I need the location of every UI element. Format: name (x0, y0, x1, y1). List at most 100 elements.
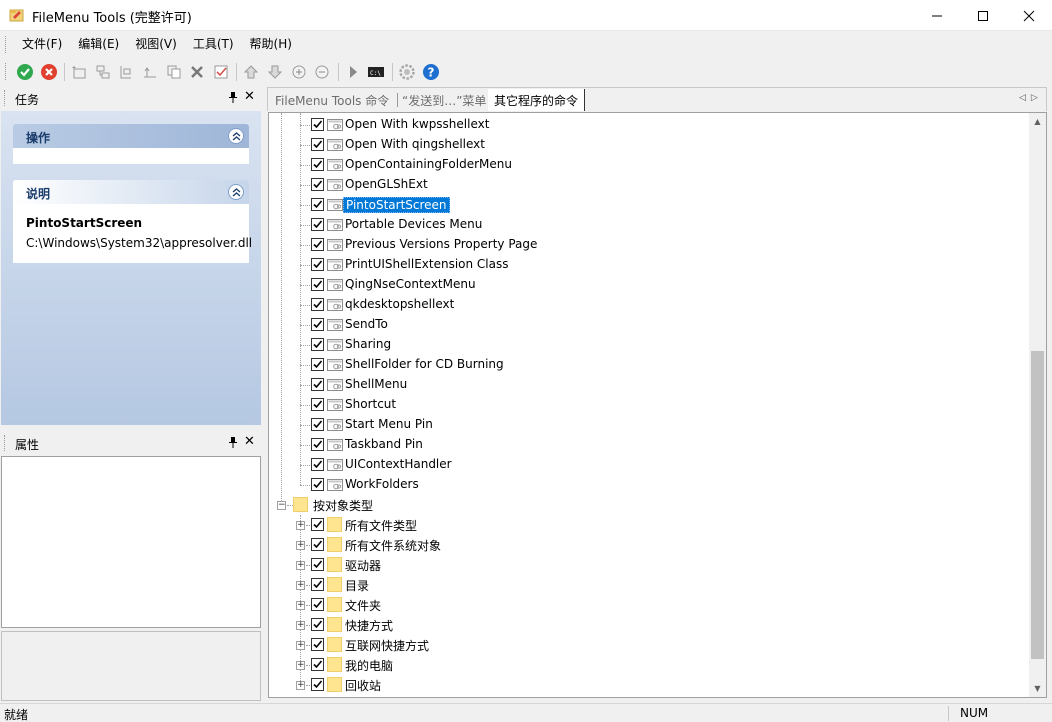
expand-toggle-icon[interactable]: + (296, 541, 305, 550)
tree-group-node[interactable]: − 按对象类型 (269, 495, 1029, 515)
tree-item[interactable]: qkdesktopshellext (269, 295, 1029, 315)
tree-item[interactable]: Open With kwpsshellext (269, 115, 1029, 135)
item-checkbox[interactable] (311, 518, 324, 531)
tree-item[interactable]: + 驱动器 (269, 555, 1029, 575)
scroll-up-icon[interactable]: ▲ (1029, 113, 1046, 130)
scroll-down-icon[interactable]: ▼ (1029, 680, 1046, 697)
tree-item[interactable]: PrintUIShellExtension Class (269, 255, 1029, 275)
collapse-all-button[interactable] (311, 61, 333, 83)
new-item-button[interactable] (68, 61, 90, 83)
item-checkbox[interactable] (311, 438, 324, 451)
tree-item[interactable]: + 互联网快捷方式 (269, 635, 1029, 655)
tree-item[interactable]: + 所有文件类型 (269, 515, 1029, 535)
tree-item[interactable]: OpenGLShExt (269, 175, 1029, 195)
tree-item[interactable]: Taskband Pin (269, 435, 1029, 455)
item-checkbox[interactable] (311, 298, 324, 311)
item-checkbox[interactable] (311, 338, 324, 351)
item-checkbox[interactable] (311, 358, 324, 371)
pin-icon[interactable] (228, 91, 238, 106)
new-separator-button[interactable] (115, 61, 137, 83)
run-button[interactable] (342, 61, 364, 83)
item-checkbox[interactable] (311, 638, 324, 651)
item-checkbox[interactable] (311, 598, 324, 611)
menu-help[interactable]: 帮助(H) (242, 32, 300, 57)
pin-icon[interactable] (228, 436, 238, 451)
tree-item[interactable]: Previous Versions Property Page (269, 235, 1029, 255)
tab-send-to-menu[interactable]: “发送到…”菜单 (402, 92, 486, 109)
item-checkbox[interactable] (311, 118, 324, 131)
tab-other-programs[interactable]: 其它程序的命令 (488, 89, 586, 111)
tree-item[interactable]: Start Menu Pin (269, 415, 1029, 435)
cancel-button[interactable] (38, 61, 60, 83)
move-down-button[interactable] (264, 61, 286, 83)
tree-item[interactable]: Open With qingshellext (269, 135, 1029, 155)
delete-button[interactable] (186, 61, 208, 83)
expand-toggle-icon[interactable]: + (296, 681, 305, 690)
tree-item[interactable]: Portable Devices Menu (269, 215, 1029, 235)
item-checkbox[interactable] (311, 258, 324, 271)
close-pane-icon[interactable]: ✕ (244, 89, 255, 104)
item-checkbox[interactable] (311, 678, 324, 691)
tab-filemenu-commands[interactable]: FileMenu Tools 命令 (275, 92, 389, 109)
item-checkbox[interactable] (311, 158, 324, 171)
collapse-toggle-icon[interactable]: − (277, 501, 286, 510)
check-button[interactable] (210, 61, 232, 83)
menu-view[interactable]: 视图(V) (127, 32, 185, 57)
tree-item[interactable]: + 回收站 (269, 675, 1029, 695)
tree-item[interactable]: + 所有文件系统对象 (269, 535, 1029, 555)
vertical-scrollbar[interactable]: ▲ ▼ (1029, 113, 1046, 697)
minimize-button[interactable] (914, 0, 960, 31)
settings-button[interactable] (396, 61, 418, 83)
help-button[interactable]: ? (420, 61, 442, 83)
apply-button[interactable] (14, 61, 36, 83)
item-checkbox[interactable] (311, 418, 324, 431)
move-up-button[interactable] (240, 61, 262, 83)
console-button[interactable]: C:\ (365, 61, 387, 83)
pane-splitter[interactable] (263, 86, 266, 703)
expand-toggle-icon[interactable]: + (296, 561, 305, 570)
expand-toggle-icon[interactable]: + (296, 601, 305, 610)
tree-item[interactable]: QingNseContextMenu (269, 275, 1029, 295)
tree-item[interactable]: ShellMenu (269, 375, 1029, 395)
close-pane-icon[interactable]: ✕ (244, 434, 255, 449)
item-checkbox[interactable] (311, 558, 324, 571)
collapse-chevron-icon[interactable] (228, 184, 244, 200)
item-checkbox[interactable] (311, 478, 324, 491)
item-checkbox[interactable] (311, 578, 324, 591)
expand-toggle-icon[interactable]: + (296, 621, 305, 630)
item-checkbox[interactable] (311, 278, 324, 291)
new-submenu-button[interactable] (92, 61, 114, 83)
tree-item[interactable]: ShellFolder for CD Burning (269, 355, 1029, 375)
command-tree[interactable]: Open With kwpsshellext Open With qingshel… (268, 112, 1047, 698)
menu-file[interactable]: 文件(F) (14, 32, 70, 57)
collapse-chevron-icon[interactable] (228, 128, 244, 144)
item-checkbox[interactable] (311, 178, 324, 191)
tree-item[interactable]: UIContextHandler (269, 455, 1029, 475)
tree-item[interactable]: + 我的电脑 (269, 655, 1029, 675)
close-button[interactable] (1006, 0, 1052, 31)
expand-toggle-icon[interactable]: + (296, 521, 305, 530)
item-checkbox[interactable] (311, 218, 324, 231)
item-checkbox[interactable] (311, 198, 324, 211)
item-checkbox[interactable] (311, 238, 324, 251)
tree-item[interactable]: WorkFolders (269, 475, 1029, 495)
maximize-button[interactable] (960, 0, 1006, 31)
actions-group-header[interactable]: 操作 (13, 124, 249, 148)
tab-scroll-arrows[interactable]: ◁▷ (1019, 93, 1043, 103)
expand-all-button[interactable] (288, 61, 310, 83)
item-checkbox[interactable] (311, 378, 324, 391)
item-checkbox[interactable] (311, 138, 324, 151)
menu-tools[interactable]: 工具(T) (185, 32, 242, 57)
item-checkbox[interactable] (311, 538, 324, 551)
item-checkbox[interactable] (311, 658, 324, 671)
tree-item[interactable]: OpenContainingFolderMenu (269, 155, 1029, 175)
menu-edit[interactable]: 编辑(E) (70, 32, 127, 57)
item-checkbox[interactable] (311, 318, 324, 331)
scroll-thumb[interactable] (1031, 351, 1044, 659)
tree-item[interactable]: + 目录 (269, 575, 1029, 595)
tree-item[interactable]: Sharing (269, 335, 1029, 355)
tree-item[interactable]: SendTo (269, 315, 1029, 335)
item-checkbox[interactable] (311, 618, 324, 631)
tree-item[interactable]: + 快捷方式 (269, 615, 1029, 635)
item-checkbox[interactable] (311, 398, 324, 411)
